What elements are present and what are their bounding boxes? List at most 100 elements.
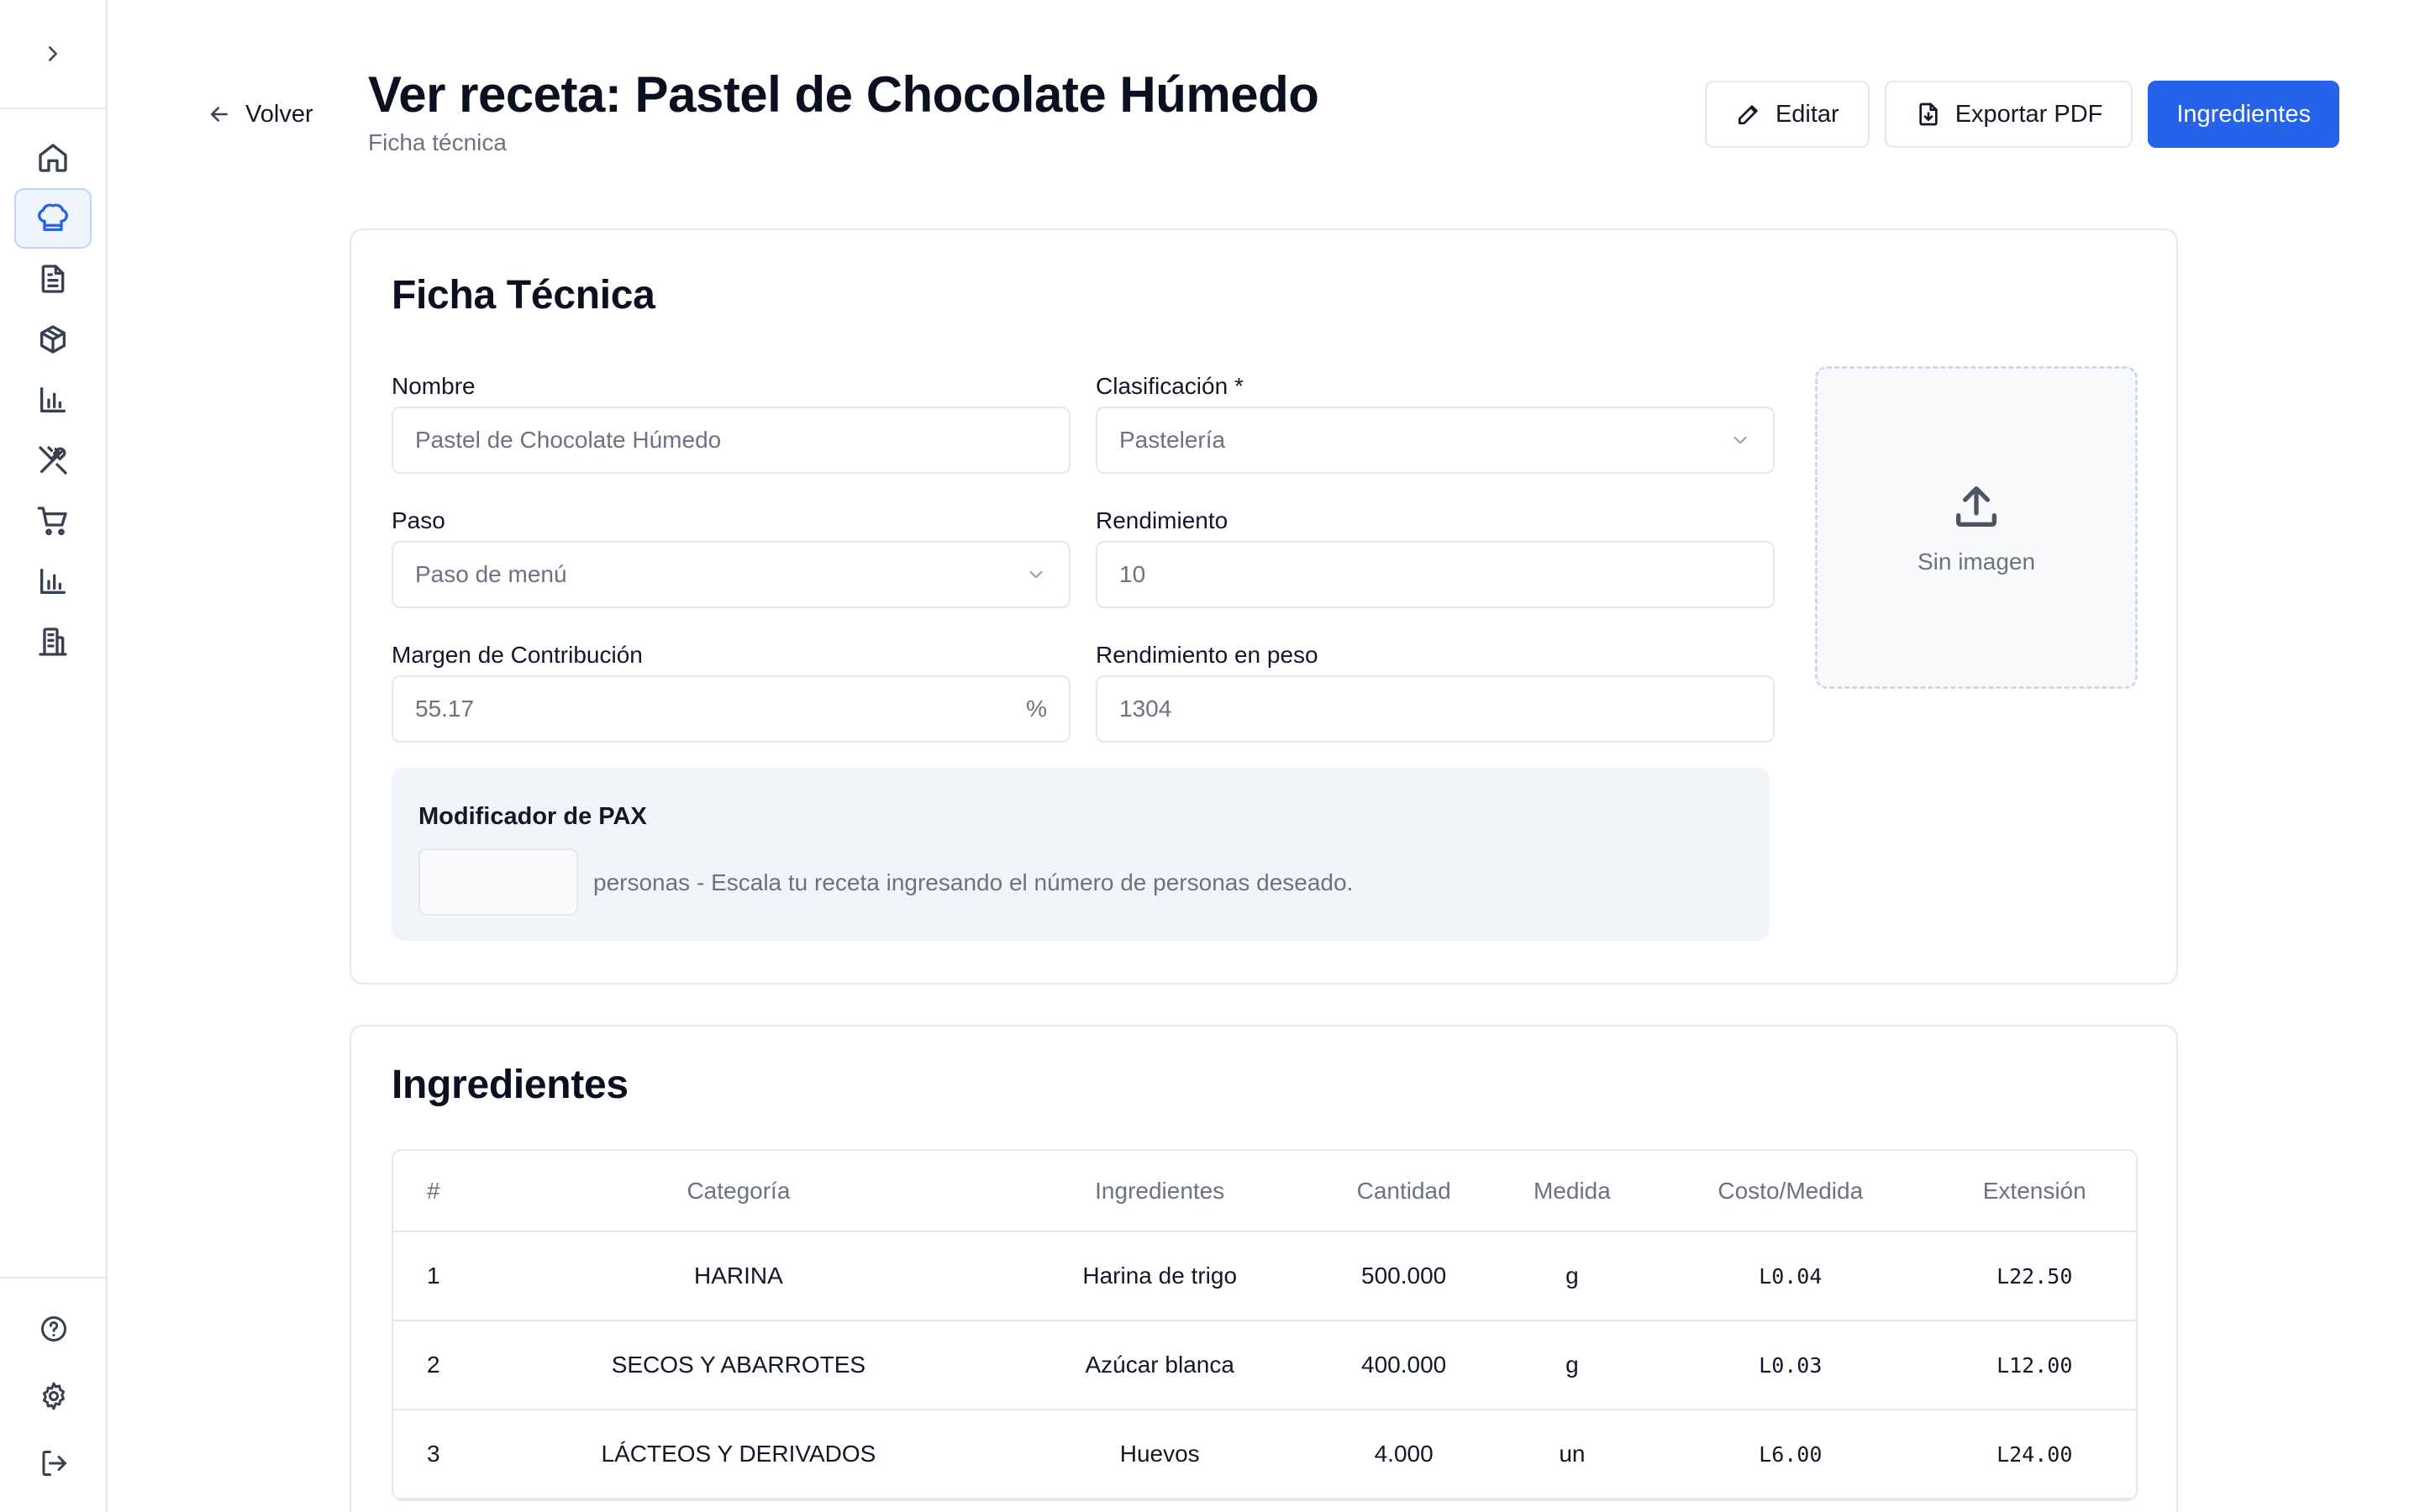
edit-button[interactable]: Editar [1704, 81, 1870, 148]
ficha-tecnica-card: Ficha Técnica Nombre Pastel de Chocolate… [350, 228, 2178, 984]
image-placeholder-label: Sin imagen [1917, 549, 2036, 575]
help-button[interactable] [24, 1304, 84, 1354]
package-icon [40, 325, 66, 354]
percent-suffix: % [1026, 696, 1047, 722]
chevron-down-icon [1029, 570, 1043, 579]
table-header-row: # Categoría Ingredientes Cantidad Medida… [393, 1151, 2136, 1232]
rend-peso-label: Rendimiento en peso [1096, 642, 1318, 668]
bar-chart-icon [40, 569, 66, 594]
nombre-value: Pastel de Chocolate Húmedo [415, 427, 722, 453]
col-number: # [393, 1151, 469, 1232]
upload-icon [1956, 486, 1996, 527]
cell-costo-medida: L0.03 [1648, 1320, 1933, 1410]
logout-icon [42, 1451, 66, 1476]
clasificacion-label: Clasificación * [1096, 373, 1244, 399]
table-row[interactable]: 1 HARINA Harina de trigo 500.000 g L0.04… [393, 1231, 2136, 1321]
col-ingredientes: Ingredientes [1007, 1151, 1312, 1232]
paso-label: Paso [392, 507, 445, 533]
sidebar-expand-button[interactable] [29, 30, 76, 77]
sidebar-item-analytics[interactable] [14, 551, 92, 612]
cell-costo-medida: L6.00 [1648, 1410, 1933, 1499]
cell-ingrediente: Azúcar blanca [1007, 1320, 1312, 1410]
cell-extension: L22.50 [1933, 1231, 2136, 1321]
rendimiento-input[interactable]: 10 [1096, 541, 1775, 608]
arrow-left-icon [211, 107, 228, 122]
page-subtitle: Ficha técnica [368, 129, 507, 155]
cell-ingrediente: Harina de trigo [1007, 1231, 1312, 1321]
margen-value: 55.17 [415, 696, 475, 722]
col-extension: Extensión [1933, 1151, 2136, 1232]
pax-modifier: Modificador de PAX personas - Escala tu … [392, 768, 1770, 941]
sidebar-item-home[interactable] [14, 128, 92, 188]
ingredientes-title: Ingredientes [392, 1063, 629, 1107]
cell-categoria: LÁCTEOS Y DERIVADOS [469, 1410, 1008, 1499]
sidebar-item-recipes[interactable] [14, 188, 92, 249]
nombre-label: Nombre [392, 373, 476, 399]
sidebar [0, 0, 108, 1512]
cell-number: 3 [393, 1410, 469, 1499]
ingredientes-card: Ingredientes # Categoría Ingredientes Ca… [350, 1025, 2178, 1512]
home-icon [39, 144, 67, 172]
cell-cantidad: 400.000 [1311, 1320, 1497, 1410]
utensils-crossed-icon [39, 446, 67, 475]
pax-help-text: personas - Escala tu receta ingresando e… [593, 869, 1354, 895]
clasificacion-select[interactable]: Pastelería [1096, 407, 1775, 474]
edit-button-label: Editar [1775, 100, 1839, 128]
sidebar-item-documents[interactable] [14, 249, 92, 309]
cell-cantidad: 4.000 [1311, 1410, 1497, 1499]
rendimiento-value: 10 [1119, 561, 1146, 587]
table-row[interactable]: 3 LÁCTEOS Y DERIVADOS Huevos 4.000 un L6… [393, 1410, 2136, 1499]
back-label: Volver [245, 100, 313, 128]
paso-value: Paso de menú [415, 561, 567, 587]
file-download-icon [1919, 102, 1938, 126]
back-button[interactable]: Volver [207, 96, 313, 133]
help-icon [41, 1316, 66, 1341]
ingredients-button[interactable]: Ingredientes [2148, 81, 2339, 148]
margen-label: Margen de Contribución [392, 642, 643, 668]
document-icon [41, 265, 65, 293]
sidebar-item-company[interactable] [14, 612, 92, 672]
col-cantidad: Cantidad [1311, 1151, 1497, 1232]
sidebar-item-reports[interactable] [14, 370, 92, 430]
image-upload-dropzone[interactable]: Sin imagen [1815, 366, 2138, 689]
cell-number: 2 [393, 1320, 469, 1410]
cell-categoria: HARINA [469, 1231, 1008, 1321]
chef-hat-icon [38, 203, 68, 231]
clasificacion-value: Pastelería [1119, 427, 1226, 453]
pax-title: Modificador de PAX [418, 803, 647, 830]
logout-button[interactable] [24, 1438, 84, 1488]
cell-medida: g [1496, 1231, 1649, 1321]
cell-extension: L12.00 [1933, 1320, 2136, 1410]
bar-chart-icon [40, 387, 66, 412]
ingredients-button-label: Ingredientes [2176, 100, 2311, 128]
cell-medida: g [1496, 1320, 1649, 1410]
sidebar-header [0, 0, 106, 109]
ficha-tecnica-title: Ficha Técnica [392, 273, 655, 318]
margen-input[interactable]: 55.17 % [392, 675, 1071, 743]
cell-categoria: SECOS Y ABARROTES [469, 1320, 1008, 1410]
rendimiento-label: Rendimiento [1096, 507, 1228, 533]
sidebar-item-purchases[interactable] [14, 491, 92, 551]
paso-select[interactable]: Paso de menú [392, 541, 1071, 608]
sidebar-footer [0, 1277, 108, 1512]
shopping-cart-icon [37, 507, 67, 536]
cell-number: 1 [393, 1231, 469, 1321]
pax-input[interactable] [418, 848, 578, 916]
sidebar-item-menu[interactable] [14, 430, 92, 491]
page-title: Ver receta: Pastel de Chocolate Húmedo [368, 66, 1319, 123]
nombre-input[interactable]: Pastel de Chocolate Húmedo [392, 407, 1071, 474]
col-categoria: Categoría [469, 1151, 1008, 1232]
cell-costo-medida: L0.04 [1648, 1231, 1933, 1321]
rend-peso-input[interactable]: 1304 [1096, 675, 1775, 743]
rend-peso-value: 1304 [1119, 696, 1172, 722]
export-pdf-label: Exportar PDF [1954, 100, 2103, 128]
cell-medida: un [1496, 1410, 1649, 1499]
settings-button[interactable] [24, 1371, 84, 1421]
pencil-icon [1738, 105, 1758, 124]
chevron-right-icon [49, 46, 57, 61]
table-row[interactable]: 2 SECOS Y ABARROTES Azúcar blanca 400.00… [393, 1320, 2136, 1410]
ingredients-table: # Categoría Ingredientes Cantidad Medida… [392, 1149, 2138, 1501]
col-costo-medida: Costo/Medida [1648, 1151, 1933, 1232]
sidebar-item-inventory[interactable] [14, 309, 92, 370]
export-pdf-button[interactable]: Exportar PDF [1884, 81, 2133, 148]
